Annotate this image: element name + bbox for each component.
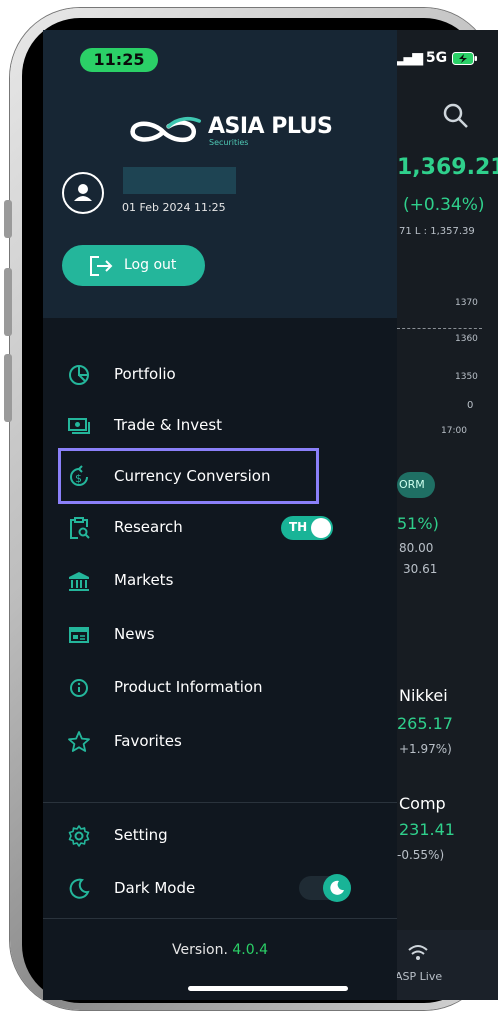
username-redacted: [123, 167, 236, 194]
menu-label: Trade & Invest: [114, 416, 223, 434]
menu-label: Favorites: [114, 732, 182, 750]
battery-icon: [452, 51, 477, 65]
news-icon: [69, 627, 89, 643]
side-button: [4, 354, 12, 422]
y-tick: 1370: [455, 298, 478, 308]
moon-icon: [69, 878, 90, 899]
menu-label: Research: [114, 518, 183, 536]
divider: [43, 918, 397, 919]
menu-item-markets[interactable]: Markets: [43, 560, 397, 600]
menu-label: Dark Mode: [114, 879, 196, 897]
value-2: 30.61: [403, 562, 438, 576]
portfolio-pie-icon: [69, 365, 89, 385]
version-number: 4.0.4: [232, 942, 268, 958]
brand-logo-icon: [130, 116, 201, 143]
chart-baseline: [397, 328, 482, 329]
logout-button[interactable]: Log out: [62, 245, 205, 286]
app-version: Version. 4.0.4: [43, 942, 397, 958]
menu-label: News: [114, 625, 155, 643]
nikkei-name: Nikkei: [399, 686, 448, 705]
brand-sub: Securities: [209, 138, 249, 147]
menu-item-trade-invest[interactable]: Trade & Invest: [43, 405, 397, 445]
logout-label: Log out: [124, 257, 177, 273]
side-button: [4, 200, 12, 238]
menu-item-product-information[interactable]: Product Information: [43, 667, 397, 707]
info-icon: [70, 679, 88, 697]
tag-label: ORM: [399, 478, 425, 491]
star-icon: [68, 731, 90, 752]
toggle-label: TH: [289, 520, 308, 534]
dark-mode-toggle[interactable]: [299, 874, 351, 902]
menu-label: Portfolio: [114, 365, 176, 383]
y-tick: 0: [467, 400, 474, 411]
status-time: 11:25: [80, 48, 158, 72]
menu-label: Markets: [114, 571, 174, 589]
screen: ▂▄▆ 5G 1,369.21 (+0.34%) 71 L : 1,357.39…: [43, 30, 498, 1000]
research-clipboard-icon: [70, 517, 90, 539]
comp-name: Comp: [399, 794, 446, 813]
moon-icon: [330, 880, 344, 895]
menu-label: Setting: [114, 826, 168, 844]
home-indicator[interactable]: [188, 986, 348, 991]
menu-item-news[interactable]: News: [43, 614, 397, 654]
side-drawer: 11:25 ASIA PLUS Securities 01 Feb 2024 1…: [43, 30, 397, 1000]
nikkei-value: 265.17: [397, 714, 453, 733]
divider: [43, 802, 397, 803]
comp-value: 231.41: [399, 820, 455, 839]
index-change: (+0.34%): [403, 195, 485, 215]
bottom-tab-bar: [397, 930, 498, 1000]
menu-item-research[interactable]: Research: [43, 507, 397, 547]
version-label: Version.: [171, 942, 228, 958]
toggle-knob: [323, 874, 351, 902]
x-tick: 17:00: [441, 426, 467, 436]
money-icon: [68, 418, 90, 434]
network-label: 5G: [425, 50, 448, 66]
index-high-low: 71 L : 1,357.39: [399, 226, 475, 237]
signal-icon: ▂▄▆: [394, 50, 423, 66]
status-icons: ▂▄▆ 5G: [395, 50, 478, 66]
user-icon: [74, 184, 92, 201]
toggle-knob: [311, 518, 331, 538]
menu-item-favorites[interactable]: Favorites: [43, 721, 397, 761]
side-button: [4, 268, 12, 336]
avatar[interactable]: [62, 172, 104, 214]
menu-label: Product Information: [114, 678, 263, 696]
value-1: 80.00: [399, 541, 434, 555]
gear-icon: [68, 825, 90, 847]
search-icon[interactable]: [442, 102, 470, 130]
y-tick: 1360: [455, 334, 478, 344]
bank-icon: [69, 572, 89, 591]
nikkei-change: +1.97%): [399, 742, 452, 756]
research-language-toggle[interactable]: TH: [281, 516, 333, 540]
percent-value: 51%): [397, 514, 439, 533]
brand-name: ASIA PLUS: [208, 114, 333, 139]
wifi-live-icon[interactable]: [407, 944, 429, 962]
selection-highlight: [58, 448, 319, 504]
menu-item-portfolio[interactable]: Portfolio: [43, 354, 397, 394]
index-value: 1,369.21: [397, 155, 498, 180]
y-tick: 1350: [455, 372, 478, 382]
login-datetime: 01 Feb 2024 11:25: [122, 201, 226, 214]
menu-item-setting[interactable]: Setting: [43, 815, 397, 855]
tag-pill[interactable]: ORM: [397, 472, 435, 498]
asp-live-label[interactable]: ASP Live: [395, 970, 442, 983]
comp-change: -0.55%): [397, 848, 445, 862]
logout-icon: [90, 256, 113, 276]
